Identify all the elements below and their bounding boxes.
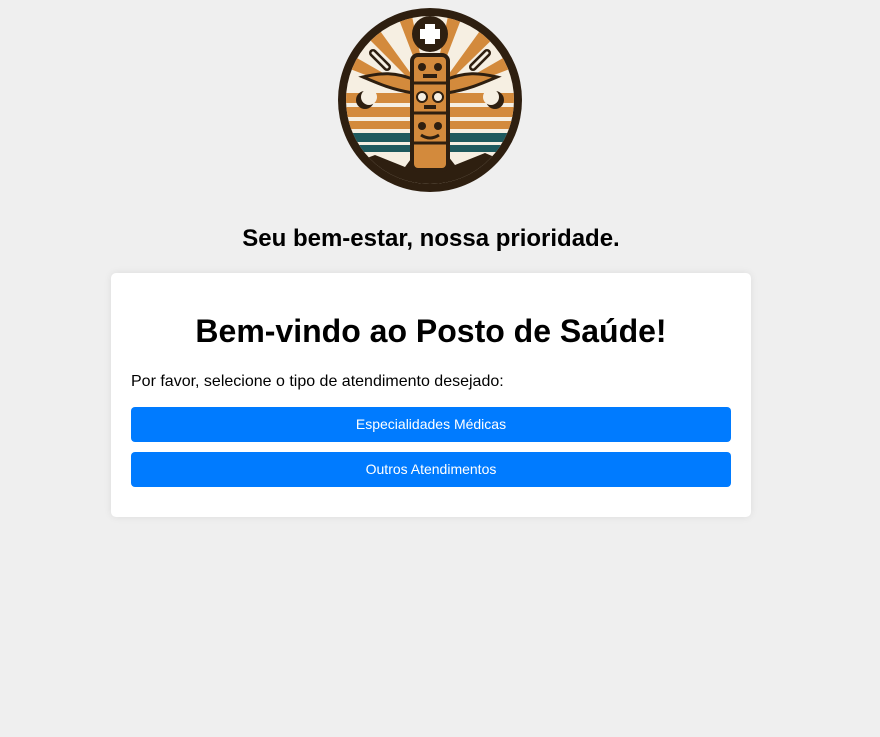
page-title: Bem-vindo ao Posto de Saúde! <box>195 313 667 349</box>
logo <box>335 5 525 195</box>
instruction-text: Por favor, selecione o tipo de atendimen… <box>131 373 504 390</box>
tagline: Seu bem-estar, nossa prioridade. <box>242 225 620 252</box>
totem-logo-icon <box>338 8 522 192</box>
outros-atendimentos-button[interactable]: Outros Atendimentos <box>131 452 731 487</box>
especialidades-medicas-button[interactable]: Especialidades Médicas <box>131 407 731 442</box>
page: Seu bem-estar, nossa prioridade. Bem-vin… <box>0 0 880 737</box>
welcome-card: Bem-vindo ao Posto de Saúde! Por favor, … <box>111 273 751 517</box>
